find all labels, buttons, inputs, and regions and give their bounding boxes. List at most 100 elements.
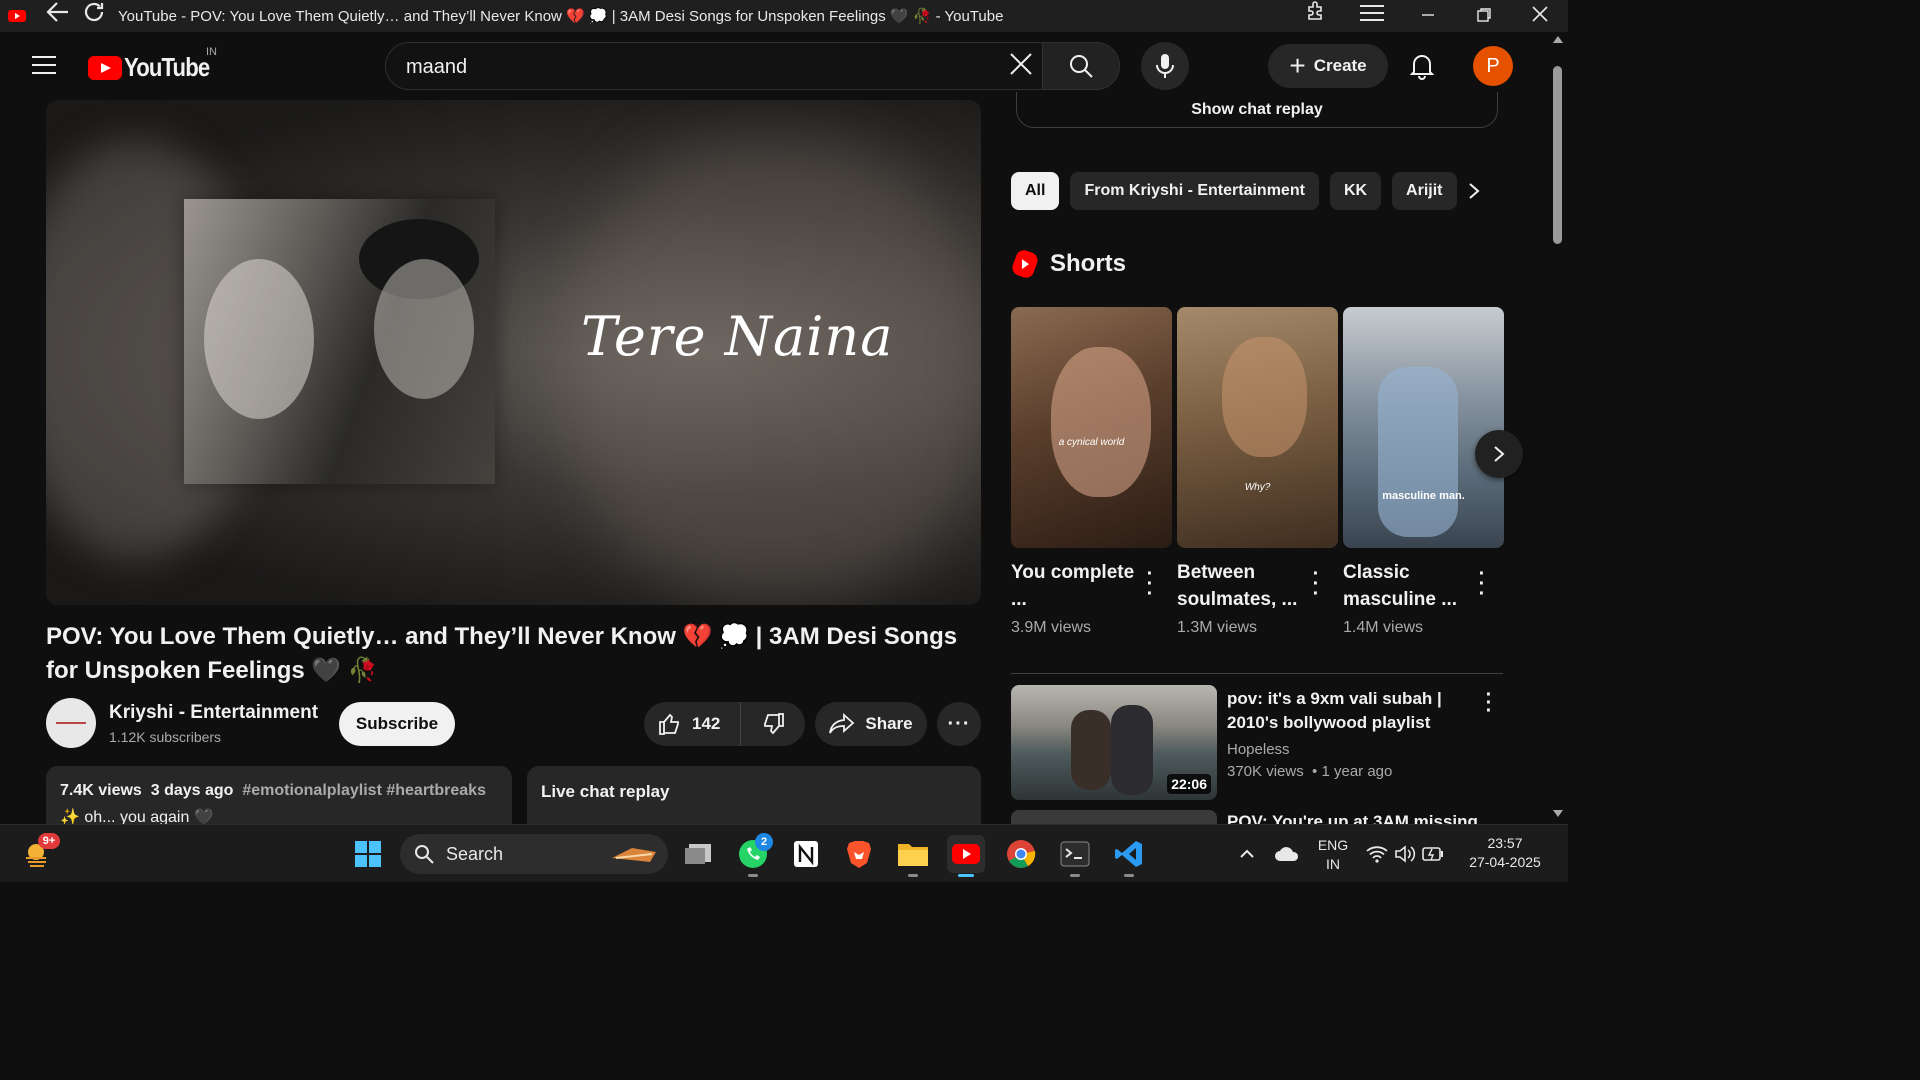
chips-next-chevron-icon[interactable] [1462,178,1486,204]
more-actions-button[interactable]: ··· [937,702,981,746]
dislike-button[interactable] [741,712,805,736]
filter-chips: All From Kriyshi - Entertainment KK Arij… [1011,172,1466,210]
recommended-menu-icon[interactable]: · · · [1485,685,1493,721]
search-icon [415,845,434,864]
volume-icon [1395,845,1416,863]
brave-browser-icon[interactable] [840,835,878,873]
short-card[interactable]: a cynical world You complete ... · · · 3.9… [1011,307,1172,636]
video-player[interactable]: Tere Naina [46,100,981,605]
short-figure [1378,367,1458,537]
short-menu-icon[interactable]: · · · [1477,564,1487,604]
logo-text: YouTube [124,52,210,82]
clock-date: 27-04-2025 [1469,854,1541,870]
scrollbar-thumb[interactable] [1553,66,1562,244]
region-code: IN [1326,856,1340,872]
short-face [1222,337,1307,457]
short-menu-icon[interactable]: · · · [1311,564,1321,604]
show-hidden-icons-chevron-icon[interactable] [1228,835,1266,873]
chip-all[interactable]: All [1011,172,1060,210]
terminal-icon[interactable] [1056,835,1094,877]
recommended-thumbnail[interactable]: 22:06 [1011,685,1217,800]
recommended-channel[interactable]: Hopeless [1227,741,1290,758]
notifications-bell-icon[interactable] [1406,50,1438,82]
extensions-icon[interactable] [1288,0,1344,32]
youtube-logo[interactable]: YouTube IN [88,46,224,83]
share-button[interactable]: Share [815,702,927,746]
short-thumbnail[interactable]: masculine man. [1343,307,1504,548]
chip-kk[interactable]: KK [1329,172,1382,210]
chrome-icon[interactable] [1002,835,1040,873]
running-indicator [908,874,918,877]
shorts-next-chevron-icon[interactable] [1475,430,1523,478]
short-menu-icon[interactable]: · · · [1145,564,1155,604]
short-thumbnail[interactable]: Why? [1177,307,1338,548]
clock[interactable]: 23:57 27-04-2025 [1462,834,1548,872]
taskbar-search-box[interactable]: Search [400,834,668,874]
onedrive-cloud-icon[interactable] [1268,835,1306,873]
running-indicator [1070,874,1080,877]
recommended-thumbnail[interactable] [1011,810,1217,824]
browser-menu-icon[interactable] [1344,0,1400,32]
short-views: 1.4M views [1343,619,1424,636]
close-icon[interactable] [1512,0,1568,32]
hashtags[interactable]: #emotionalplaylist #heartbreaks [242,782,486,799]
create-button[interactable]: + Create [1268,44,1388,88]
vscode-icon[interactable] [1110,835,1148,877]
plus-icon: + [1289,50,1306,81]
voice-search-button[interactable] [1141,42,1189,90]
search-input[interactable]: maand [406,56,467,79]
notion-icon[interactable] [787,835,825,873]
input-language[interactable]: ENG IN [1314,836,1352,874]
short-views: 1.3M views [1177,619,1258,636]
youtube-app-icon[interactable] [947,835,985,877]
reload-icon[interactable] [76,0,112,33]
short-title[interactable]: You complete ... [1011,559,1141,613]
share-arrow-icon [829,713,855,734]
short-caption: masculine man. [1382,490,1465,502]
shorts-logo-icon [1010,248,1040,280]
language-code: ENG [1317,837,1349,853]
channel-name[interactable]: Kriyshi - Entertainment [109,702,318,724]
search-button[interactable] [1042,42,1120,90]
short-card[interactable]: masculine man. Classic masculine ... · · ·… [1343,307,1504,636]
microphone-icon [1156,54,1174,78]
recommended-video[interactable]: 22:06 pov: it's a 9xm vali subah | 2010'… [1011,685,1503,800]
show-chat-replay-button[interactable]: Show chat replay [1016,92,1498,128]
scroll-up-arrow-icon[interactable] [1553,36,1563,43]
photo-figure-man [374,259,474,399]
description-box[interactable]: 7.4K views 3 days ago #emotionalplaylist… [46,766,512,826]
short-title[interactable]: Classic masculine ... [1343,559,1473,613]
short-thumbnail[interactable]: a cynical world [1011,307,1172,548]
short-card[interactable]: Why? Between soulmates, ... · · · 1.3M vie… [1177,307,1338,636]
video-title: POV: You Love Them Quietly… and They’ll … [46,623,958,684]
scroll-down-arrow-icon[interactable] [1553,810,1563,817]
weather-badge: 9+ [38,833,60,849]
subscribe-button[interactable]: Subscribe [339,702,455,746]
restore-icon[interactable] [1456,0,1512,32]
search-icon [1070,55,1093,78]
quick-settings[interactable] [1362,835,1448,873]
like-button[interactable]: 142 [644,702,741,746]
minimize-icon[interactable] [1400,0,1456,32]
shorts-header: Shorts [1010,248,1127,280]
back-arrow-icon[interactable] [40,0,76,32]
chip-arijit[interactable]: Arijit [1392,172,1457,210]
battery-charging-icon [1422,847,1443,861]
short-title[interactable]: Between soulmates, ... [1177,559,1307,613]
chip-from-channel[interactable]: From Kriyshi - Entertainment [1070,172,1319,210]
section-divider [1011,673,1503,674]
channel-avatar[interactable] [46,698,96,748]
player-background-face [566,140,981,600]
active-indicator [958,874,974,877]
recommended-title[interactable]: pov: it's a 9xm vali subah | 2010's boll… [1227,687,1467,735]
guide-menu-icon[interactable] [32,56,56,74]
start-windows-icon[interactable] [349,835,387,873]
clear-search-icon[interactable] [1008,51,1034,83]
window-title-bar: YouTube - POV: You Love Them Quietly… an… [0,0,1568,32]
search-box[interactable]: maand [385,42,1042,90]
like-count: 142 [692,714,721,733]
shorts-title: Shorts [1050,250,1127,277]
file-explorer-icon[interactable] [894,835,932,877]
account-avatar[interactable]: P [1473,46,1513,86]
task-view-icon[interactable] [679,835,717,873]
